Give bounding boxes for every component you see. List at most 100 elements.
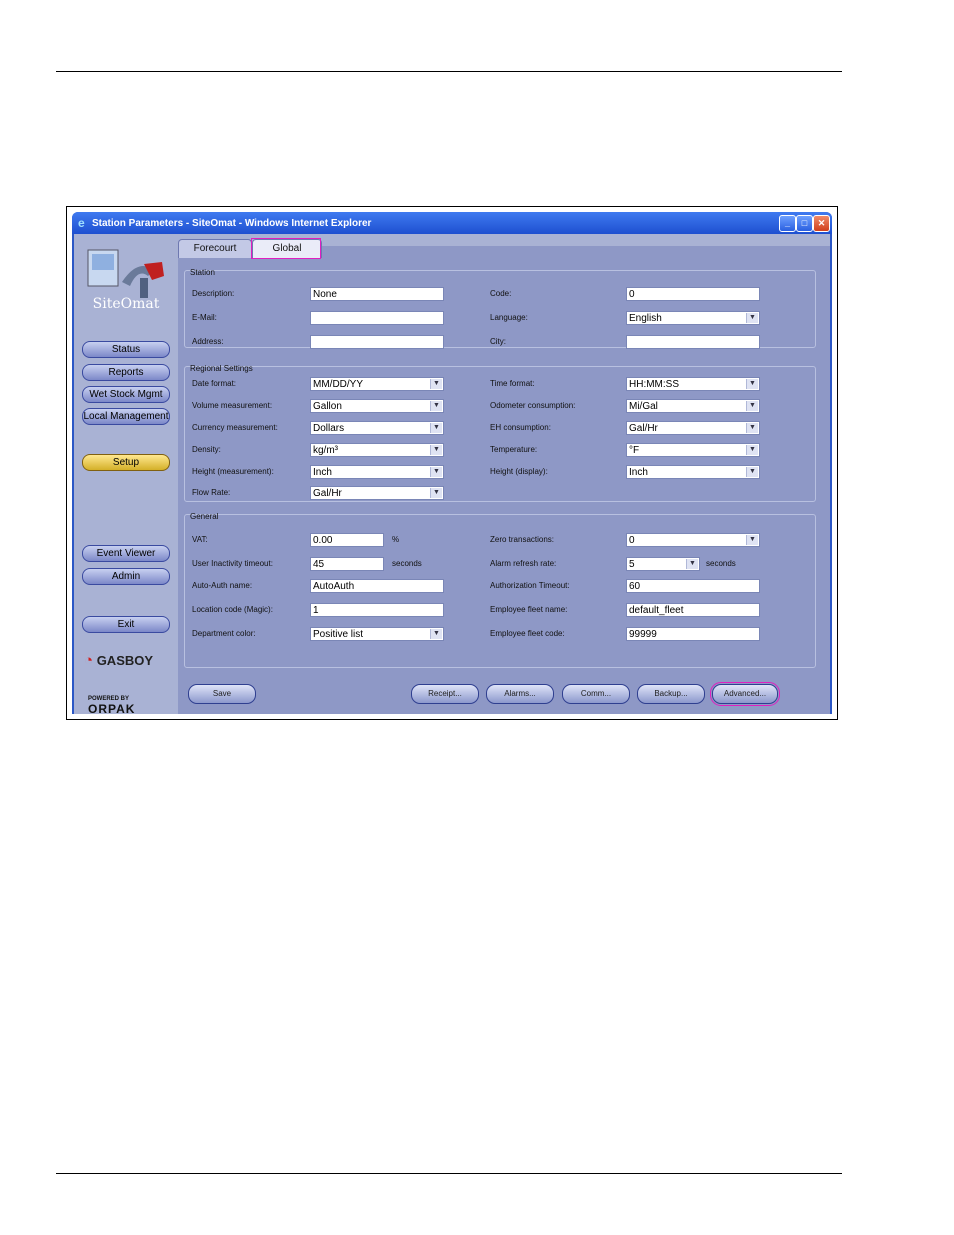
time-format-select[interactable]: HH:MM:SS ▼ [626,377,760,391]
chevron-down-icon[interactable]: ▼ [686,559,698,569]
chevron-down-icon[interactable]: ▼ [746,401,758,411]
department-color-value: Positive list [313,629,364,640]
height-display-label: Height (display): [490,467,548,476]
chevron-down-icon[interactable]: ▼ [430,467,442,477]
time-format-value: HH:MM:SS [629,379,679,390]
auto-auth-name-input[interactable]: AutoAuth [310,579,444,593]
maximize-button[interactable]: □ [796,215,813,232]
sidebar-item-status[interactable]: Status [82,341,170,358]
chevron-down-icon[interactable]: ▼ [430,488,442,498]
alarm-refresh-value: 5 [629,559,635,570]
height-measurement-select[interactable]: Inch ▼ [310,465,444,479]
language-value: English [629,313,662,324]
chevron-down-icon[interactable]: ▼ [746,379,758,389]
odometer-select[interactable]: Mi/Gal ▼ [626,399,760,413]
height-measurement-value: Inch [313,467,332,478]
email-input[interactable] [310,311,444,325]
date-format-value: MM/DD/YY [313,379,363,390]
alarm-refresh-unit: seconds [706,559,736,568]
odometer-label: Odometer consumption: [490,401,576,410]
department-color-select[interactable]: Positive list ▼ [310,627,444,641]
eh-value: Gal/Hr [629,423,658,434]
currency-select[interactable]: Dollars ▼ [310,421,444,435]
chevron-down-icon[interactable]: ▼ [430,629,442,639]
advanced-button[interactable]: Advanced... [710,682,780,706]
chevron-down-icon[interactable]: ▼ [746,535,758,545]
employee-fleet-name-label: Employee fleet name: [490,605,568,614]
chevron-down-icon[interactable]: ▼ [746,467,758,477]
location-code-input[interactable]: 1 [310,603,444,617]
sidebar-item-setup[interactable]: Setup [82,454,170,471]
chevron-down-icon[interactable]: ▼ [430,445,442,455]
title-bar: e Station Parameters - SiteOmat - Window… [72,212,832,234]
chevron-down-icon[interactable]: ▼ [430,401,442,411]
time-format-label: Time format: [490,379,535,388]
inactivity-timeout-input[interactable]: 45 [310,557,384,571]
city-input[interactable] [626,335,760,349]
height-display-select[interactable]: Inch ▼ [626,465,760,479]
chevron-down-icon[interactable]: ▼ [746,423,758,433]
close-button[interactable]: ✕ [813,215,830,232]
address-input[interactable] [310,335,444,349]
flow-rate-select[interactable]: Gal/Hr ▼ [310,486,444,500]
density-value: kg/m³ [313,445,338,456]
employee-fleet-code-input[interactable]: 99999 [626,627,760,641]
brand-name: SiteOmat [92,296,160,312]
window-title: Station Parameters - SiteOmat - Windows … [92,218,372,229]
regional-legend: Regional Settings [190,364,253,373]
currency-label: Currency measurement: [192,423,278,432]
comm-button[interactable]: Comm... [562,684,630,704]
browser-window: e Station Parameters - SiteOmat - Window… [72,212,832,714]
orpak-text: ORPAK [88,702,136,714]
authorization-timeout-label: Authorization Timeout: [490,581,570,590]
density-select[interactable]: kg/m³ ▼ [310,443,444,457]
sidebar-item-admin[interactable]: Admin [82,568,170,585]
sidebar-item-local-management[interactable]: Local Management [82,408,170,425]
vat-unit: % [392,535,400,544]
zero-transactions-label: Zero transactions: [490,535,555,544]
department-color-label: Department color: [192,629,256,638]
employee-fleet-code-label: Employee fleet code: [490,629,565,638]
authorization-timeout-input[interactable]: 60 [626,579,760,593]
sidebar: SiteOmat Status Reports Wet Stock Mgmt L… [74,234,178,714]
chevron-down-icon[interactable]: ▼ [430,423,442,433]
receipt-button[interactable]: Receipt... [411,684,479,704]
sidebar-item-wet-stock[interactable]: Wet Stock Mgmt [82,386,170,403]
chevron-down-icon[interactable]: ▼ [746,313,758,323]
minimize-button[interactable]: _ [779,215,796,232]
gasboy-text: GASBOY [96,653,154,668]
chevron-down-icon[interactable]: ▼ [430,379,442,389]
code-label: Code: [490,289,512,298]
footer-rule [56,1173,842,1174]
sidebar-item-reports[interactable]: Reports [82,364,170,381]
gasboy-swirl-icon: ◔ [84,652,94,669]
code-input[interactable]: 0 [626,287,760,301]
eh-select[interactable]: Gal/Hr ▼ [626,421,760,435]
temperature-select[interactable]: °F ▼ [626,443,760,457]
alarm-refresh-select[interactable]: 5 ▼ [626,557,700,571]
save-button[interactable]: Save [188,684,256,704]
density-label: Density: [192,445,221,454]
tab-global-highlight [251,238,321,259]
flow-rate-value: Gal/Hr [313,488,342,499]
zero-transactions-select[interactable]: 0 ▼ [626,533,760,547]
sidebar-item-exit[interactable]: Exit [82,616,170,633]
vat-input[interactable]: 0.00 [310,533,384,547]
chevron-down-icon[interactable]: ▼ [746,445,758,455]
station-legend: Station [190,268,215,277]
language-label: Language: [490,313,528,322]
temperature-label: Temperature: [490,445,538,454]
inactivity-timeout-unit: seconds [392,559,422,568]
tab-forecourt[interactable]: Forecourt [178,239,252,258]
employee-fleet-name-input[interactable]: default_fleet [626,603,760,617]
language-select[interactable]: English ▼ [626,311,760,325]
volume-select[interactable]: Gallon ▼ [310,399,444,413]
sidebar-item-event-viewer[interactable]: Event Viewer [82,545,170,562]
backup-button[interactable]: Backup... [637,684,705,704]
date-format-select[interactable]: MM/DD/YY ▼ [310,377,444,391]
vat-label: VAT: [192,535,208,544]
description-input[interactable]: None [310,287,444,301]
height-display-value: Inch [629,467,648,478]
alarms-button[interactable]: Alarms... [486,684,554,704]
app-client-area: SiteOmat Status Reports Wet Stock Mgmt L… [74,234,830,714]
